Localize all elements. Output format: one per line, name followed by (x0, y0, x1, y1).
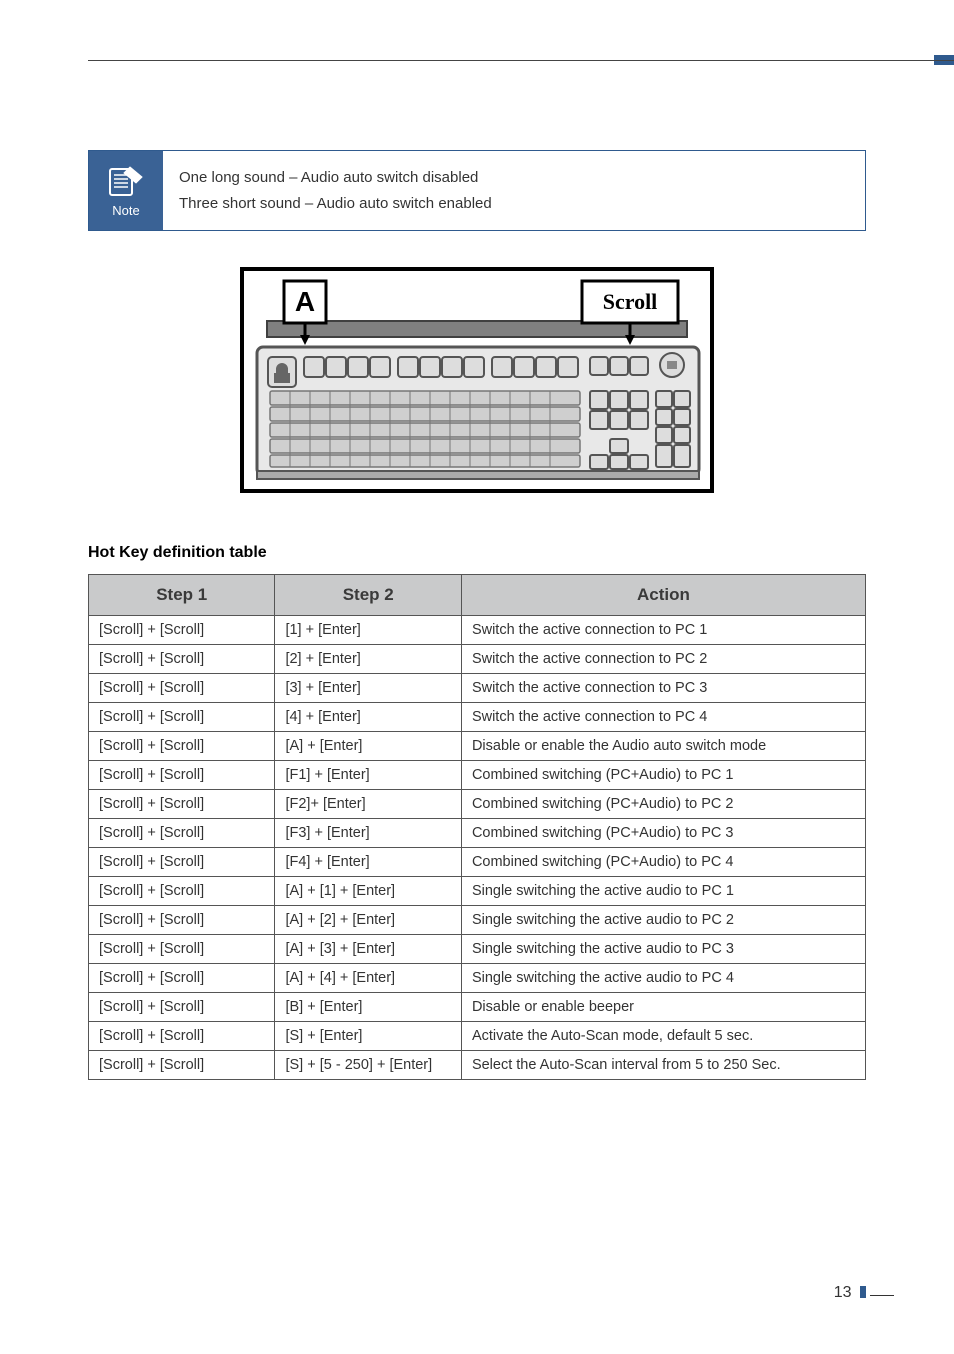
table-row: [Scroll] + [Scroll][A] + [2] + [Enter]Si… (89, 906, 866, 935)
note-label: Note (112, 203, 139, 218)
th-step1: Step 1 (89, 575, 275, 616)
cell-step1: [Scroll] + [Scroll] (89, 1051, 275, 1080)
cell-action: Disable or enable the Audio auto switch … (461, 732, 865, 761)
table-row: [Scroll] + [Scroll][F1] + [Enter]Combine… (89, 761, 866, 790)
cell-step1: [Scroll] + [Scroll] (89, 616, 275, 645)
cell-step2: [F4] + [Enter] (275, 848, 461, 877)
cell-step1: [Scroll] + [Scroll] (89, 761, 275, 790)
cell-step2: [4] + [Enter] (275, 703, 461, 732)
table-row: [Scroll] + [Scroll][F4] + [Enter]Combine… (89, 848, 866, 877)
cell-action: Single switching the active audio to PC … (461, 935, 865, 964)
page-number-value: 13 (834, 1284, 852, 1301)
cell-step2: [A] + [1] + [Enter] (275, 877, 461, 906)
cell-step2: [F1] + [Enter] (275, 761, 461, 790)
note-callout: Note One long sound – Audio auto switch … (88, 150, 866, 231)
note-icon (106, 163, 146, 199)
key-scroll-label: Scroll (603, 289, 658, 314)
cell-step2: [A] + [3] + [Enter] (275, 935, 461, 964)
cell-step1: [Scroll] + [Scroll] (89, 703, 275, 732)
cell-step1: [Scroll] + [Scroll] (89, 1022, 275, 1051)
page-number: 13 (834, 1284, 866, 1302)
cell-action: Single switching the active audio to PC … (461, 906, 865, 935)
note-line-2: Three short sound – Audio auto switch en… (179, 191, 492, 217)
page-top-rule (88, 60, 954, 61)
hotkey-table: Step 1 Step 2 Action [Scroll] + [Scroll]… (88, 574, 866, 1080)
th-step2: Step 2 (275, 575, 461, 616)
cell-step1: [Scroll] + [Scroll] (89, 964, 275, 993)
cell-action: Single switching the active audio to PC … (461, 964, 865, 993)
keyboard-figure: A Scroll (88, 261, 866, 506)
table-row: [Scroll] + [Scroll][2] + [Enter]Switch t… (89, 645, 866, 674)
cell-step2: [S] + [5 - 250] + [Enter] (275, 1051, 461, 1080)
th-action: Action (461, 575, 865, 616)
table-row: [Scroll] + [Scroll][A] + [1] + [Enter]Si… (89, 877, 866, 906)
cell-action: Single switching the active audio to PC … (461, 877, 865, 906)
table-row: [Scroll] + [Scroll][A] + [4] + [Enter]Si… (89, 964, 866, 993)
cell-step1: [Scroll] + [Scroll] (89, 674, 275, 703)
cell-step2: [A] + [Enter] (275, 732, 461, 761)
cell-step1: [Scroll] + [Scroll] (89, 848, 275, 877)
cell-step2: [1] + [Enter] (275, 616, 461, 645)
table-row: [Scroll] + [Scroll][4] + [Enter]Switch t… (89, 703, 866, 732)
page-content: Note One long sound – Audio auto switch … (0, 0, 954, 1080)
table-row: [Scroll] + [Scroll][S] + [Enter]Activate… (89, 1022, 866, 1051)
cell-step1: [Scroll] + [Scroll] (89, 877, 275, 906)
table-row: [Scroll] + [Scroll][F3] + [Enter]Combine… (89, 819, 866, 848)
cell-action: Combined switching (PC+Audio) to PC 3 (461, 819, 865, 848)
note-line-1: One long sound – Audio auto switch disab… (179, 165, 492, 191)
cell-action: Switch the active connection to PC 3 (461, 674, 865, 703)
cell-action: Disable or enable beeper (461, 993, 865, 1022)
note-sidebar: Note (89, 151, 163, 230)
table-row: [Scroll] + [Scroll][A] + [Enter]Disable … (89, 732, 866, 761)
cell-step2: [S] + [Enter] (275, 1022, 461, 1051)
cell-step2: [A] + [2] + [Enter] (275, 906, 461, 935)
table-row: [Scroll] + [Scroll][3] + [Enter]Switch t… (89, 674, 866, 703)
cell-step1: [Scroll] + [Scroll] (89, 993, 275, 1022)
cell-step2: [2] + [Enter] (275, 645, 461, 674)
cell-action: Switch the active connection to PC 2 (461, 645, 865, 674)
cell-step1: [Scroll] + [Scroll] (89, 906, 275, 935)
cell-step2: [F2]+ [Enter] (275, 790, 461, 819)
cell-action: Combined switching (PC+Audio) to PC 2 (461, 790, 865, 819)
key-a-label: A (295, 286, 315, 317)
keyboard-illustration: A Scroll (212, 261, 742, 501)
cell-action: Combined switching (PC+Audio) to PC 4 (461, 848, 865, 877)
cell-action: Switch the active connection to PC 1 (461, 616, 865, 645)
note-body: One long sound – Audio auto switch disab… (163, 151, 508, 230)
table-row: [Scroll] + [Scroll][A] + [3] + [Enter]Si… (89, 935, 866, 964)
cell-step1: [Scroll] + [Scroll] (89, 819, 275, 848)
cell-step1: [Scroll] + [Scroll] (89, 790, 275, 819)
cell-action: Combined switching (PC+Audio) to PC 1 (461, 761, 865, 790)
table-row: [Scroll] + [Scroll][F2]+ [Enter]Combined… (89, 790, 866, 819)
table-row: [Scroll] + [Scroll][1] + [Enter]Switch t… (89, 616, 866, 645)
cell-step2: [B] + [Enter] (275, 993, 461, 1022)
cell-step1: [Scroll] + [Scroll] (89, 935, 275, 964)
fkey-row (304, 357, 578, 377)
page-accent-icon (860, 1286, 866, 1298)
cell-step2: [F3] + [Enter] (275, 819, 461, 848)
cell-step1: [Scroll] + [Scroll] (89, 732, 275, 761)
cell-step1: [Scroll] + [Scroll] (89, 645, 275, 674)
cell-step2: [A] + [4] + [Enter] (275, 964, 461, 993)
hotkey-heading: Hot Key definition table (88, 544, 866, 562)
cell-action: Switch the active connection to PC 4 (461, 703, 865, 732)
cell-action: Activate the Auto-Scan mode, default 5 s… (461, 1022, 865, 1051)
page-bottom-rule (870, 1295, 894, 1296)
cell-action: Select the Auto-Scan interval from 5 to … (461, 1051, 865, 1080)
table-row: [Scroll] + [Scroll][B] + [Enter]Disable … (89, 993, 866, 1022)
cell-step2: [3] + [Enter] (275, 674, 461, 703)
table-row: [Scroll] + [Scroll][S] + [5 - 250] + [En… (89, 1051, 866, 1080)
